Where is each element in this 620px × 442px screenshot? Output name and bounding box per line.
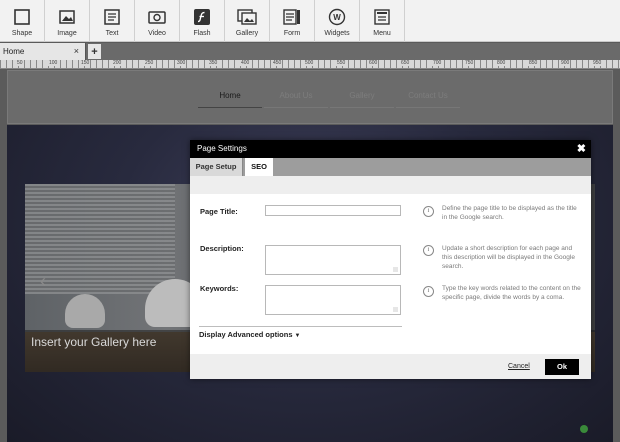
tool-label: Shape [11,30,33,37]
ruler-tick: 450 [272,60,283,66]
page-settings-dialog: Page Settings ✖ Page Setup SEO Page Titl… [190,140,591,379]
dialog-title-bar: Page Settings ✖ [190,140,591,158]
ruler-tick: 300 [176,60,187,66]
keywords-label: Keywords: [200,284,239,293]
tool-label: Flash [193,30,211,37]
ruler-tick: 650 [400,60,411,66]
resize-grip-icon[interactable] [393,307,398,312]
tab-page-setup[interactable]: Page Setup [190,158,243,176]
tool-text[interactable]: Text [90,0,135,42]
close-tab-icon[interactable]: × [74,46,79,56]
ruler-tick: 350 [208,60,219,66]
ruler-tick: 500 [304,60,315,66]
dialog-tabs: Page Setup SEO [190,158,591,176]
chair [65,294,105,328]
nav-contact-us[interactable]: Contact Us [396,91,460,108]
tool-label: Menu [373,30,391,37]
ruler-tick: 100 [48,60,59,66]
tool-image[interactable]: Image [45,0,90,42]
ok-button[interactable]: Ok [545,359,579,375]
page-title-input[interactable] [265,205,401,216]
info-icon: i [423,286,434,297]
svg-text:W: W [333,13,341,22]
page-tab-bar: Home × + [0,43,620,60]
keywords-help: Type the key words related to the conten… [442,285,581,301]
nav-gallery[interactable]: Gallery [330,91,394,108]
nav-about-us[interactable]: About Us [264,91,328,108]
horizontal-ruler: 50 100 150 200 250 300 350 400 450 500 5… [0,60,620,69]
advanced-options-label: Display Advanced options [199,330,293,339]
site-nav: Home About Us Gallery Contact Us [198,91,462,108]
advanced-options-toggle[interactable]: Display Advanced options ▼ [199,330,300,339]
ruler-tick: 750 [464,60,475,66]
tool-label: Image [57,30,77,37]
ruler-tick: 550 [336,60,347,66]
ruler-tick: 50 [16,60,24,66]
page-title-help: Define the page title to be displayed as… [442,205,577,221]
image-icon [57,7,77,27]
ruler-tick: 250 [144,60,155,66]
tool-label: Text [105,30,119,37]
description-help: Update a short description for each page… [442,245,575,270]
close-icon[interactable]: ✖ [577,142,586,156]
tab-home[interactable]: Home × [0,43,86,60]
tab-label: Home [3,47,25,56]
page-title-label: Page Title: [200,207,238,216]
caret-down-icon: ▼ [294,333,301,339]
gallery-prev-arrow-icon[interactable]: ‹ [40,271,46,292]
editor-toolbar: Shape Image Text Video Flash Gallery For… [0,0,620,42]
description-textarea[interactable] [265,245,401,275]
window-blinds [25,184,175,294]
ruler-tick: 200 [112,60,123,66]
dialog-footer: Cancel Ok [190,354,591,379]
ruler-tick: 950 [592,60,603,66]
tool-shape[interactable]: Shape [0,0,45,42]
dialog-title: Page Settings [197,144,247,153]
divider [199,326,402,327]
widgets-icon: W [327,7,347,27]
flash-icon [192,7,212,27]
nav-home[interactable]: Home [198,91,262,108]
tool-label: Gallery [235,30,259,37]
cancel-button[interactable]: Cancel [508,363,530,370]
ruler-tick: 850 [528,60,539,66]
video-icon [147,7,167,27]
ruler-tick: 150 [80,60,91,66]
tool-form[interactable]: Form [270,0,315,42]
ruler-tick: 600 [368,60,379,66]
ruler-tick: 900 [560,60,571,66]
tool-widgets[interactable]: W Widgets [315,0,360,42]
info-icon: i [423,206,434,217]
tool-gallery[interactable]: Gallery [225,0,270,42]
gallery-caption-text: Insert your Gallery here [31,335,157,349]
ruler-tick: 800 [496,60,507,66]
ruler-tick: 700 [432,60,443,66]
dialog-subheader [190,176,591,194]
gallery-icon [237,7,257,27]
keywords-textarea[interactable] [265,285,401,315]
tool-video[interactable]: Video [135,0,180,42]
description-label: Description: [200,244,244,253]
tool-label: Form [283,30,301,37]
tool-label: Widgets [324,30,350,37]
form-icon [282,7,302,27]
site-header[interactable]: Home About Us Gallery Contact Us [7,70,613,124]
menu-icon [372,7,392,27]
tab-seo[interactable]: SEO [245,158,273,176]
square-icon [12,7,32,27]
tool-menu[interactable]: Menu [360,0,405,42]
tool-flash[interactable]: Flash [180,0,225,42]
text-icon [102,7,122,27]
ruler-tick: 400 [240,60,251,66]
status-dot-icon [580,425,588,433]
add-page-button[interactable]: + [88,44,101,59]
resize-grip-icon[interactable] [393,267,398,272]
info-icon: i [423,245,434,256]
tool-label: Video [148,30,166,37]
